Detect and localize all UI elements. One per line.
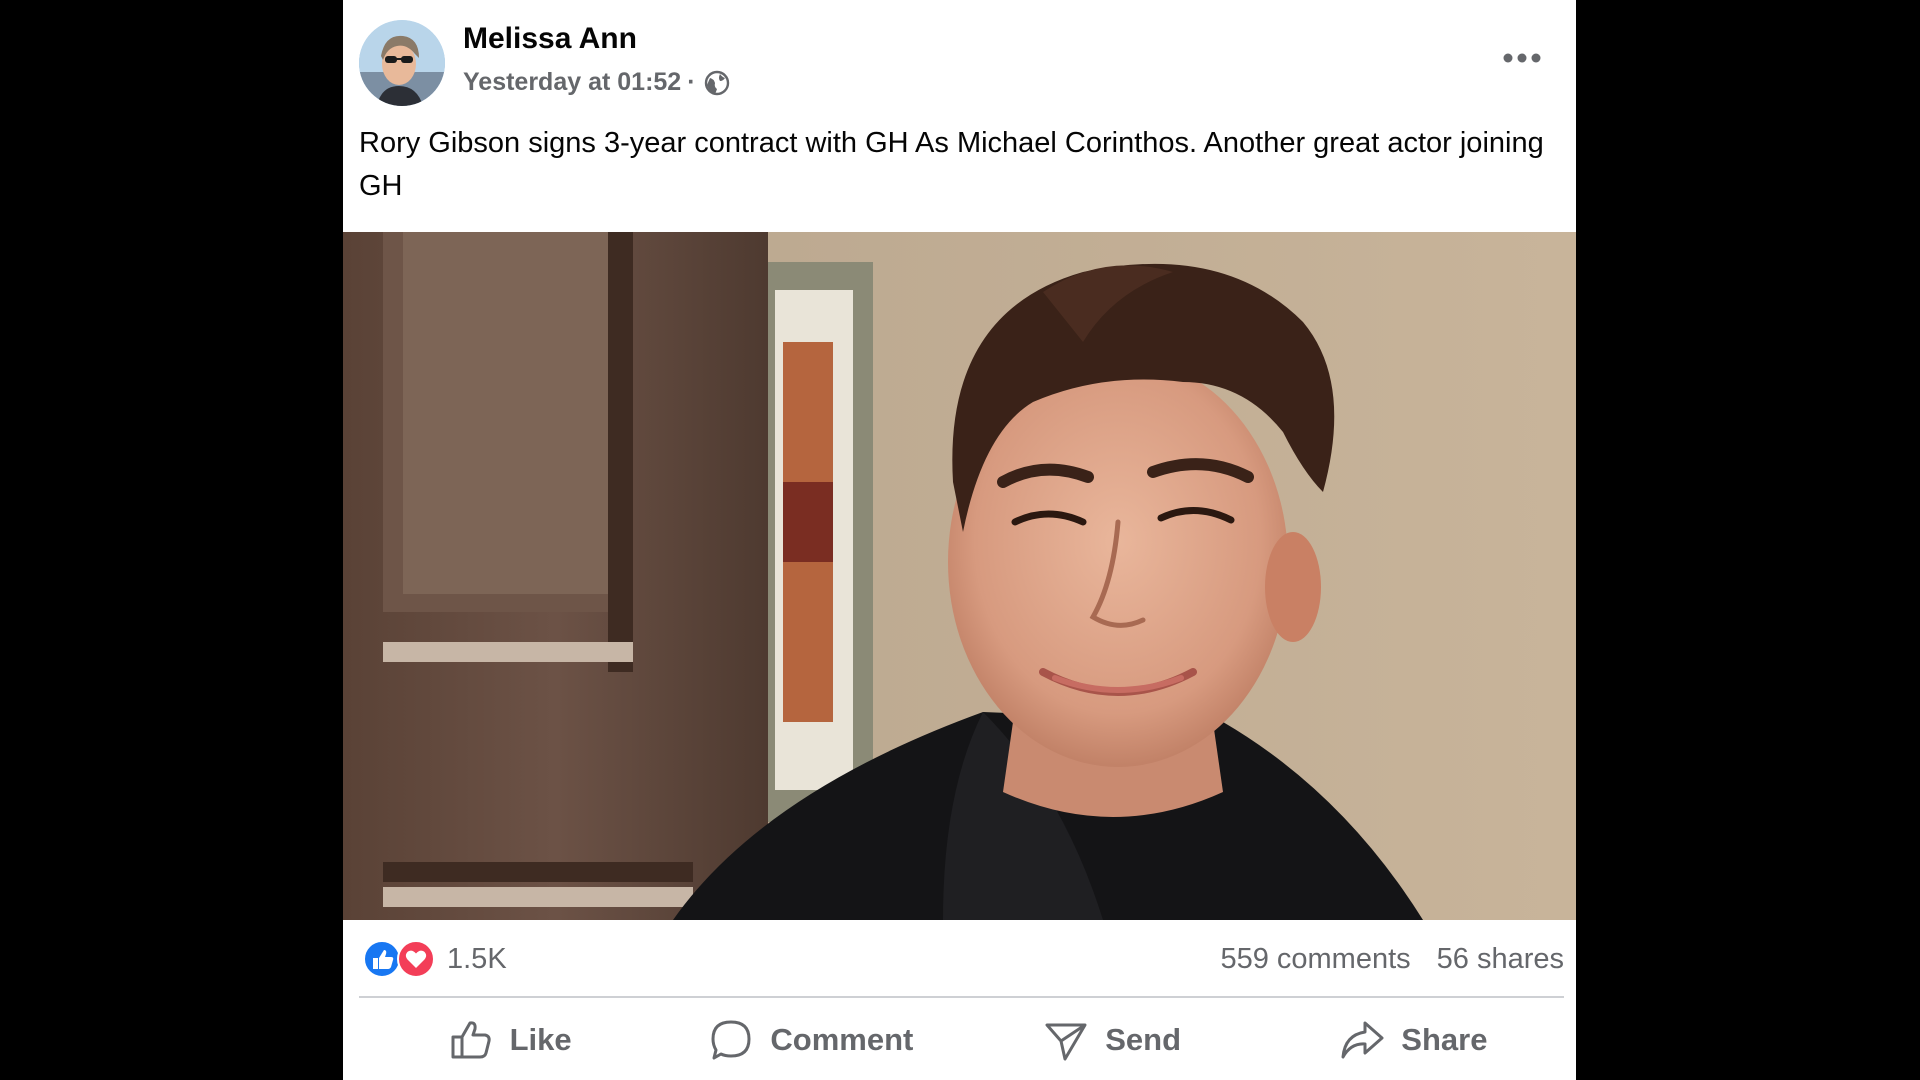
comment-button[interactable]: Comment [660, 1002, 961, 1078]
globe-icon[interactable] [704, 70, 730, 96]
like-button[interactable]: Like [359, 1002, 660, 1078]
post-actions-bar: Like Comment Send Share [359, 1002, 1564, 1078]
post-message: Rory Gibson signs 3-year contract with G… [359, 127, 1544, 202]
photo-man-smiling [343, 232, 1576, 920]
post-timestamp[interactable]: Yesterday at 01:52 [463, 68, 681, 97]
post-photo[interactable] [343, 232, 1576, 920]
love-reaction-icon [397, 940, 435, 978]
send-button[interactable]: Send [962, 1002, 1263, 1078]
share-button[interactable]: Share [1263, 1002, 1564, 1078]
engagement-counts: 559 comments 56 shares [1220, 943, 1564, 976]
like-reaction-icon [363, 940, 401, 978]
send-label: Send [1105, 1022, 1182, 1057]
like-label: Like [509, 1022, 572, 1057]
avatar-photo [359, 20, 445, 106]
author-avatar[interactable] [359, 20, 445, 106]
comment-bubble-icon [708, 1017, 754, 1063]
reactions-summary[interactable]: 1.5K [363, 940, 507, 978]
share-arrow-icon [1339, 1017, 1385, 1063]
actions-divider [359, 996, 1564, 998]
more-options-button[interactable] [1494, 40, 1550, 76]
reaction-count: 1.5K [447, 942, 507, 975]
more-options-icon [1503, 53, 1541, 63]
comment-label: Comment [770, 1022, 914, 1057]
share-label: Share [1401, 1022, 1488, 1057]
thumbs-up-icon [448, 1017, 494, 1063]
post-header: Melissa Ann Yesterday at 01:52 · [343, 0, 1576, 112]
meta-separator: · [687, 68, 696, 96]
send-icon [1043, 1017, 1089, 1063]
facebook-post-card: Melissa Ann Yesterday at 01:52 · Rory Gi… [343, 0, 1576, 1080]
shares-count[interactable]: 56 shares [1437, 943, 1564, 976]
post-meta: Yesterday at 01:52 · [463, 68, 730, 97]
comments-count[interactable]: 559 comments [1220, 943, 1410, 976]
post-stats: 1.5K 559 comments 56 shares [343, 920, 1576, 996]
author-name[interactable]: Melissa Ann [463, 22, 637, 56]
